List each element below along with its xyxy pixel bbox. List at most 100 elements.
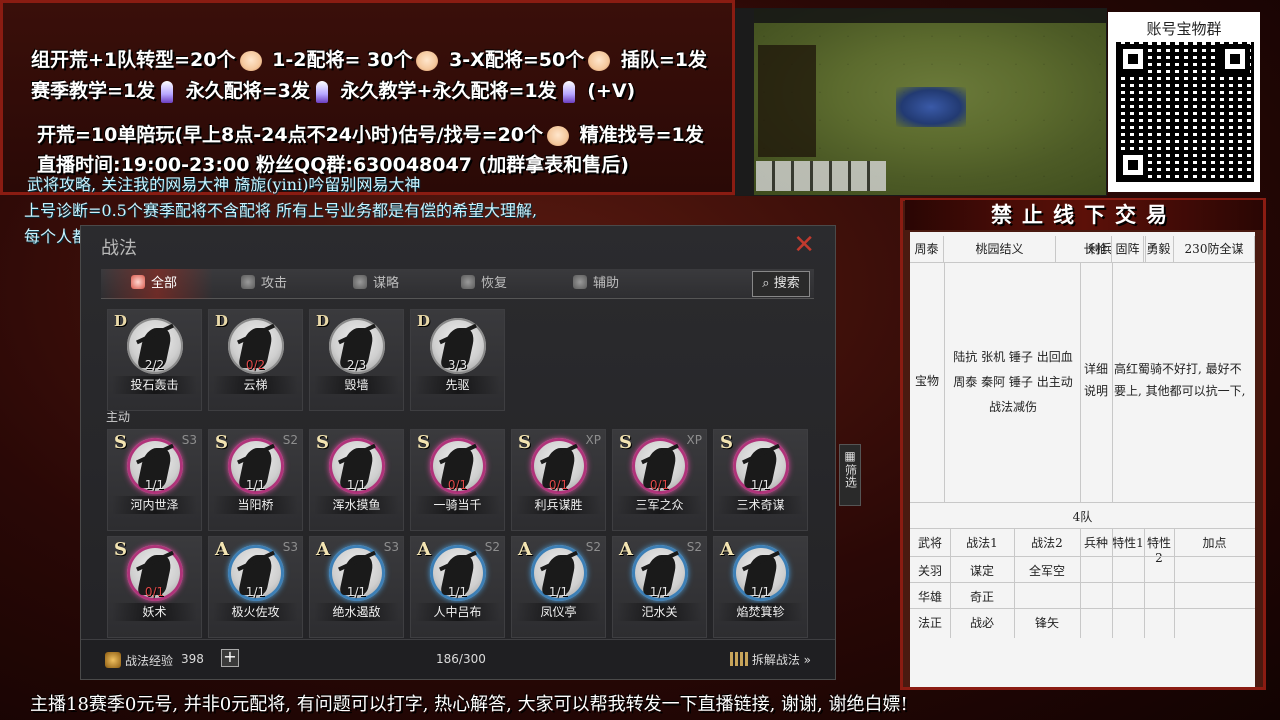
tactic-card[interactable]: S 0/1 妖术 — [107, 536, 202, 638]
tactic-count: 0/2 — [245, 358, 266, 372]
search-button[interactable]: ⌕ 搜索 — [752, 271, 810, 297]
tactic-card[interactable]: D 0/2 云梯 — [208, 309, 303, 411]
tactic-count: 3/3 — [447, 358, 468, 372]
team-cell[interactable]: 战必 — [950, 614, 1014, 631]
team-label: 4队 — [1072, 510, 1093, 524]
tactic-card[interactable]: A S2 1/1 人中吕布 — [410, 536, 505, 638]
team-col-header: 战法2 — [1031, 536, 1063, 550]
team-col-header: 兵种 — [1083, 536, 1108, 550]
team-col-header: 特性2 — [1146, 536, 1171, 565]
grade-badge: A — [619, 539, 633, 560]
tactic-count: 0/1 — [649, 478, 670, 492]
map-side-panel — [758, 45, 816, 157]
tactic-count: 0/1 — [548, 478, 569, 492]
sheet-header: 勇毅 — [1144, 236, 1174, 262]
grade-badge: S — [518, 432, 531, 453]
banner-text: 禁止线下交易 — [991, 203, 1177, 227]
tab-heal[interactable]: 恢复 — [461, 269, 507, 299]
tactic-name: 三军之众 — [617, 496, 702, 514]
grade-badge: A — [417, 539, 431, 560]
note-line: 陆抗 张机 锤子 出回血 — [953, 350, 1073, 364]
tactic-card[interactable]: D 2/2 投石轰击 — [107, 309, 202, 411]
qr-finder-icon — [1118, 44, 1148, 74]
sheet-header: 230防全谋 — [1174, 236, 1255, 262]
detail-label: 详细说明 — [1083, 362, 1108, 398]
grade-badge: S — [720, 432, 733, 453]
tactic-name: 人中吕布 — [415, 603, 500, 621]
face-emoji-icon — [416, 50, 439, 71]
tactic-card[interactable]: A 1/1 焰焚箕轸 — [713, 536, 808, 638]
tactic-name: 当阳桥 — [213, 496, 298, 514]
team-cell[interactable]: 全军空 — [1014, 562, 1080, 579]
season-tag: S3 — [181, 433, 197, 447]
tab-label: 辅助 — [593, 276, 620, 291]
exp-label: 战法经验 — [125, 654, 174, 668]
grade-badge: D — [215, 312, 229, 330]
grade-badge: S — [114, 432, 127, 453]
tactic-count: 1/1 — [346, 585, 367, 599]
tactic-card[interactable]: S 1/1 三术奇谋 — [713, 429, 808, 531]
team-cell[interactable]: 奇正 — [950, 588, 1014, 605]
tactic-card[interactable]: S XP 0/1 三军之众 — [612, 429, 707, 531]
strategy-note: 武将攻略, 关注我的网易大神 旖旎(yini)吟留别网易大神 — [27, 175, 421, 194]
filter-icon: ▦ — [844, 449, 856, 463]
price-item: 赛季教学=1发 — [31, 80, 156, 102]
sheet-header: 桃园结义 — [944, 236, 1056, 262]
tactic-name: 凤仪亭 — [516, 603, 601, 621]
team-cell[interactable]: 锋矢 — [1014, 614, 1080, 631]
tactic-card[interactable]: S S3 1/1 河内世泽 — [107, 429, 202, 531]
tactic-card[interactable]: A S2 1/1 凤仪亭 — [511, 536, 606, 638]
tactic-card[interactable]: S 0/1 一骑当千 — [410, 429, 505, 531]
season-tag: S2 — [484, 540, 500, 554]
team-cell[interactable]: 关羽 — [910, 562, 950, 579]
tactic-card[interactable]: A S3 1/1 极火佐攻 — [208, 536, 303, 638]
tactic-card[interactable]: S S2 1/1 当阳桥 — [208, 429, 303, 531]
tactic-count: 1/1 — [346, 478, 367, 492]
tab-strategy[interactable]: 谋略 — [353, 269, 399, 299]
season-tag: S2 — [686, 540, 702, 554]
qr-title: 账号宝物群 — [1146, 20, 1222, 38]
price-line-2: 赛季教学=1发 永久配将=3发 永久教学+永久配将=1发 (+V) — [31, 76, 635, 103]
tab-all[interactable]: 全部 — [131, 269, 177, 299]
tactic-card[interactable]: D 3/3 先驱 — [410, 309, 505, 411]
map-hero-cards — [756, 161, 886, 191]
tactic-name: 三术奇谋 — [718, 496, 803, 514]
tactic-count: 2/3 — [346, 358, 367, 372]
tactic-card[interactable]: S XP 0/1 利兵谋胜 — [511, 429, 606, 531]
team-cell[interactable]: 法正 — [910, 614, 950, 631]
team-cell[interactable]: 华雄 — [910, 588, 950, 605]
price-item: 3-X配将=50个 — [449, 49, 585, 71]
price-item: 精准找号=1发 — [579, 124, 704, 146]
dismantle-icon — [729, 652, 748, 666]
price-item: 1-2配将= 30个 — [272, 49, 413, 71]
tactic-card[interactable]: A S2 1/1 汜水关 — [612, 536, 707, 638]
sheet-header: 固阵 — [1112, 236, 1144, 262]
tactics-count: 186/300 — [436, 652, 486, 666]
season-tag: S3 — [383, 540, 399, 554]
tab-support[interactable]: 辅助 — [573, 269, 619, 299]
tab-attack[interactable]: 攻击 — [241, 269, 287, 299]
tactic-count: 1/1 — [447, 585, 468, 599]
season-tag: S3 — [282, 540, 298, 554]
tactic-card[interactable]: S 1/1 浑水摸鱼 — [309, 429, 404, 531]
team-cell[interactable]: 谋定 — [950, 562, 1014, 579]
close-button[interactable]: ✕ — [793, 232, 815, 258]
filter-label: 筛选 — [843, 464, 858, 488]
sheet-header: 周泰 — [910, 236, 944, 262]
face-emoji-icon — [547, 125, 570, 146]
tactic-card[interactable]: D 2/3 毁墙 — [309, 309, 404, 411]
tactic-count: 0/1 — [144, 585, 165, 599]
tactic-card[interactable]: A S3 1/1 绝水遏敌 — [309, 536, 404, 638]
tactic-count: 1/1 — [245, 478, 266, 492]
tab-label: 谋略 — [373, 276, 400, 291]
season-tag: S2 — [585, 540, 601, 554]
add-exp-button[interactable]: + — [221, 649, 239, 667]
tab-label: 攻击 — [261, 276, 288, 291]
map-left-bar — [736, 9, 754, 195]
search-label: 搜索 — [773, 276, 800, 291]
dismantle-label: 拆解战法 » — [751, 653, 811, 667]
dismantle-button[interactable]: 拆解战法 » — [729, 649, 811, 671]
filter-button[interactable]: ▦ 筛选 — [839, 444, 861, 506]
tactic-count: 1/1 — [750, 478, 771, 492]
grade-badge: S — [316, 432, 329, 453]
